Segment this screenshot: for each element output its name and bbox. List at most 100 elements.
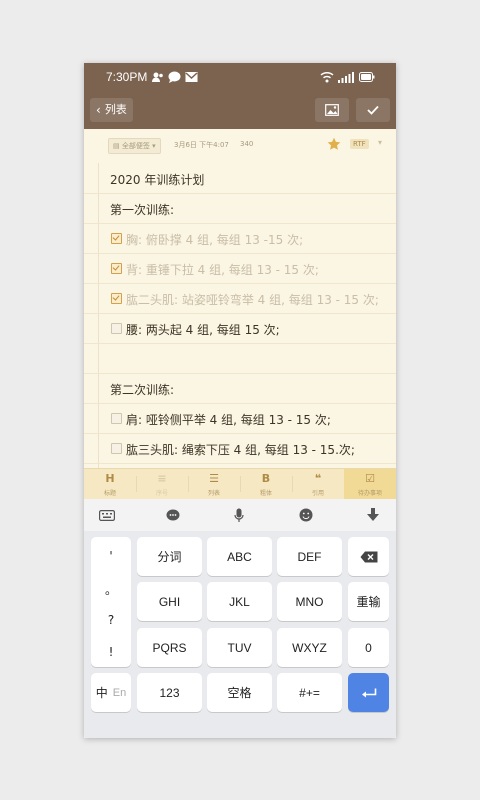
wifi-icon: [320, 71, 334, 83]
star-icon[interactable]: [327, 137, 341, 151]
keyboard-icon: [99, 509, 115, 521]
chevron-left-icon: ‹: [96, 103, 101, 117]
todo-item: 胸: 俯卧撑 4 组, 每组 13 -15 次;: [84, 223, 396, 254]
status-bar: 7:30PM: [84, 63, 396, 93]
language-switch-key[interactable]: 中 En: [91, 673, 131, 712]
todo-item: 背: 重锤下拉 4 组, 每组 13 - 15 次;: [84, 253, 396, 284]
key-ghi[interactable]: GHI: [137, 582, 202, 621]
punctuation-column[interactable]: ' 。 ? !: [91, 537, 131, 667]
backspace-key[interactable]: [348, 537, 389, 576]
lang-zh-label: 中: [95, 686, 108, 700]
section-heading: 第一次训练:: [110, 203, 175, 217]
rtf-badge[interactable]: RTF: [350, 139, 369, 149]
numbered-list-icon: ≡: [157, 472, 167, 485]
numbers-key[interactable]: 123: [137, 673, 202, 712]
note-title: 2020 年训练计划: [110, 173, 205, 187]
checkbox-icon: ☑: [365, 472, 375, 485]
todo-text: 背: 重锤下拉 4 组, 每组 13 - 15 次;: [126, 263, 319, 277]
mail-icon: [185, 72, 198, 82]
tool-label: 粗体: [259, 490, 272, 497]
char-count: 340: [240, 140, 254, 148]
punct-key[interactable]: ': [91, 549, 131, 563]
numbered-list-tool[interactable]: ≡ 序号: [136, 469, 188, 499]
key-wxyz[interactable]: WXYZ: [277, 628, 342, 667]
quote-icon: ❝: [314, 472, 322, 485]
todo-checkbox[interactable]: [111, 323, 122, 334]
key-pqrs[interactable]: PQRS: [137, 628, 202, 667]
voice-input-button[interactable]: [229, 506, 249, 524]
section-heading: 第二次训练:: [110, 383, 175, 397]
key-tuv[interactable]: TUV: [207, 628, 272, 667]
bullet-list-tool[interactable]: ☰ 列表: [188, 469, 240, 499]
t9-keyboard: ' 。 ? ! 分词 ABC DEF GHI JKL MNO 重输 PQRS T…: [84, 531, 396, 738]
todo-checkbox[interactable]: [111, 233, 122, 244]
contacts-icon: [152, 72, 163, 82]
todo-checkbox[interactable]: [111, 263, 122, 274]
punct-key[interactable]: !: [91, 645, 131, 659]
tool-label: 标题: [103, 490, 116, 497]
note-content[interactable]: 2020 年训练计划 第一次训练: 胸: 俯卧撑 4 组, 每组 13 -15 …: [84, 163, 396, 468]
nav-bar: ‹ 列表: [84, 93, 396, 129]
hide-keyboard-button[interactable]: [363, 506, 383, 524]
bullet-list-icon: ☰: [209, 472, 219, 485]
back-label: 列表: [104, 103, 127, 116]
todo-text: 腰: 两头起 4 组, 每组 15 次;: [126, 323, 280, 337]
symbols-key[interactable]: #+=: [277, 673, 342, 712]
tool-label: 序号: [155, 490, 168, 497]
insert-image-button[interactable]: [315, 98, 349, 122]
back-button[interactable]: ‹ 列表: [90, 98, 133, 122]
note-line: [84, 343, 396, 374]
enter-icon: [361, 688, 376, 697]
signal-icon: [338, 72, 354, 83]
todo-text: 肱二头肌: 站姿哑铃弯举 4 组, 每组 13 - 15 次;: [126, 293, 379, 307]
key-mno[interactable]: MNO: [277, 582, 342, 621]
done-button[interactable]: [356, 98, 390, 122]
expand-icon[interactable]: ▾: [378, 138, 382, 147]
key-fenci[interactable]: 分词: [137, 537, 202, 576]
key-def[interactable]: DEF: [277, 537, 342, 576]
todo-item: 肱三头肌: 绳索下压 4 组, 每组 13 - 15.次;: [84, 433, 396, 464]
image-icon: [325, 104, 339, 116]
todo-tool[interactable]: ☑ 待办事项: [344, 469, 396, 499]
quote-tool[interactable]: ❝ 引用: [292, 469, 344, 499]
todo-checkbox[interactable]: [111, 413, 122, 424]
todo-checkbox[interactable]: [111, 443, 122, 454]
emoji-button[interactable]: [296, 506, 316, 524]
smiley-icon: [299, 508, 313, 522]
backspace-icon: [360, 551, 377, 562]
lang-en-label: En: [112, 686, 127, 699]
microphone-icon: [234, 508, 244, 522]
todo-text: 肱三头肌: 绳索下压 4 组, 每组 13 - 15.次;: [126, 443, 355, 457]
punct-key[interactable]: ?: [91, 613, 131, 627]
format-toolbar: H 标题 ≡ 序号 ☰ 列表 B 粗体 ❝ 引用 ☑ 待办事项: [84, 468, 396, 500]
keyboard-toolbar: [84, 499, 396, 531]
arrow-down-icon: [367, 508, 379, 521]
folder-label: 全部便签: [121, 142, 150, 150]
check-icon: [367, 105, 379, 115]
key-jkl[interactable]: JKL: [207, 582, 272, 621]
punct-key[interactable]: 。: [91, 581, 131, 598]
enter-key[interactable]: [348, 673, 389, 712]
key-zero[interactable]: 0: [348, 628, 389, 667]
phone-screen: 7:30PM ‹ 列表 ▤ 全部便签 ▾ 3月6日 下午4:07 340 RTF…: [84, 63, 396, 738]
reinput-key[interactable]: 重输: [348, 582, 389, 621]
key-abc[interactable]: ABC: [207, 537, 272, 576]
note-line: 2020 年训练计划: [84, 163, 396, 194]
todo-checkbox[interactable]: [111, 293, 122, 304]
space-key[interactable]: 空格: [207, 673, 272, 712]
todo-item: 肱二头肌: 站姿哑铃弯举 4 组, 每组 13 - 15 次;: [84, 283, 396, 314]
note-line: 第二次训练:: [84, 373, 396, 404]
dropdown-icon: ▾: [149, 142, 156, 150]
emoji-chat-button[interactable]: [163, 506, 183, 524]
heading-icon: H: [105, 472, 115, 485]
todo-item: 腰: 两头起 4 组, 每组 15 次;: [84, 313, 396, 344]
folder-selector[interactable]: ▤ 全部便签 ▾: [108, 138, 161, 154]
battery-icon: [359, 72, 375, 82]
chat-icon: [166, 509, 180, 520]
bold-tool[interactable]: B 粗体: [240, 469, 292, 499]
keyboard-switch-button[interactable]: [97, 506, 117, 524]
heading-tool[interactable]: H 标题: [84, 469, 136, 499]
tool-label: 列表: [207, 490, 220, 497]
note-meta: ▤ 全部便签 ▾ 3月6日 下午4:07 340 RTF ▾: [84, 129, 396, 163]
tool-label: 待办事项: [357, 490, 382, 497]
